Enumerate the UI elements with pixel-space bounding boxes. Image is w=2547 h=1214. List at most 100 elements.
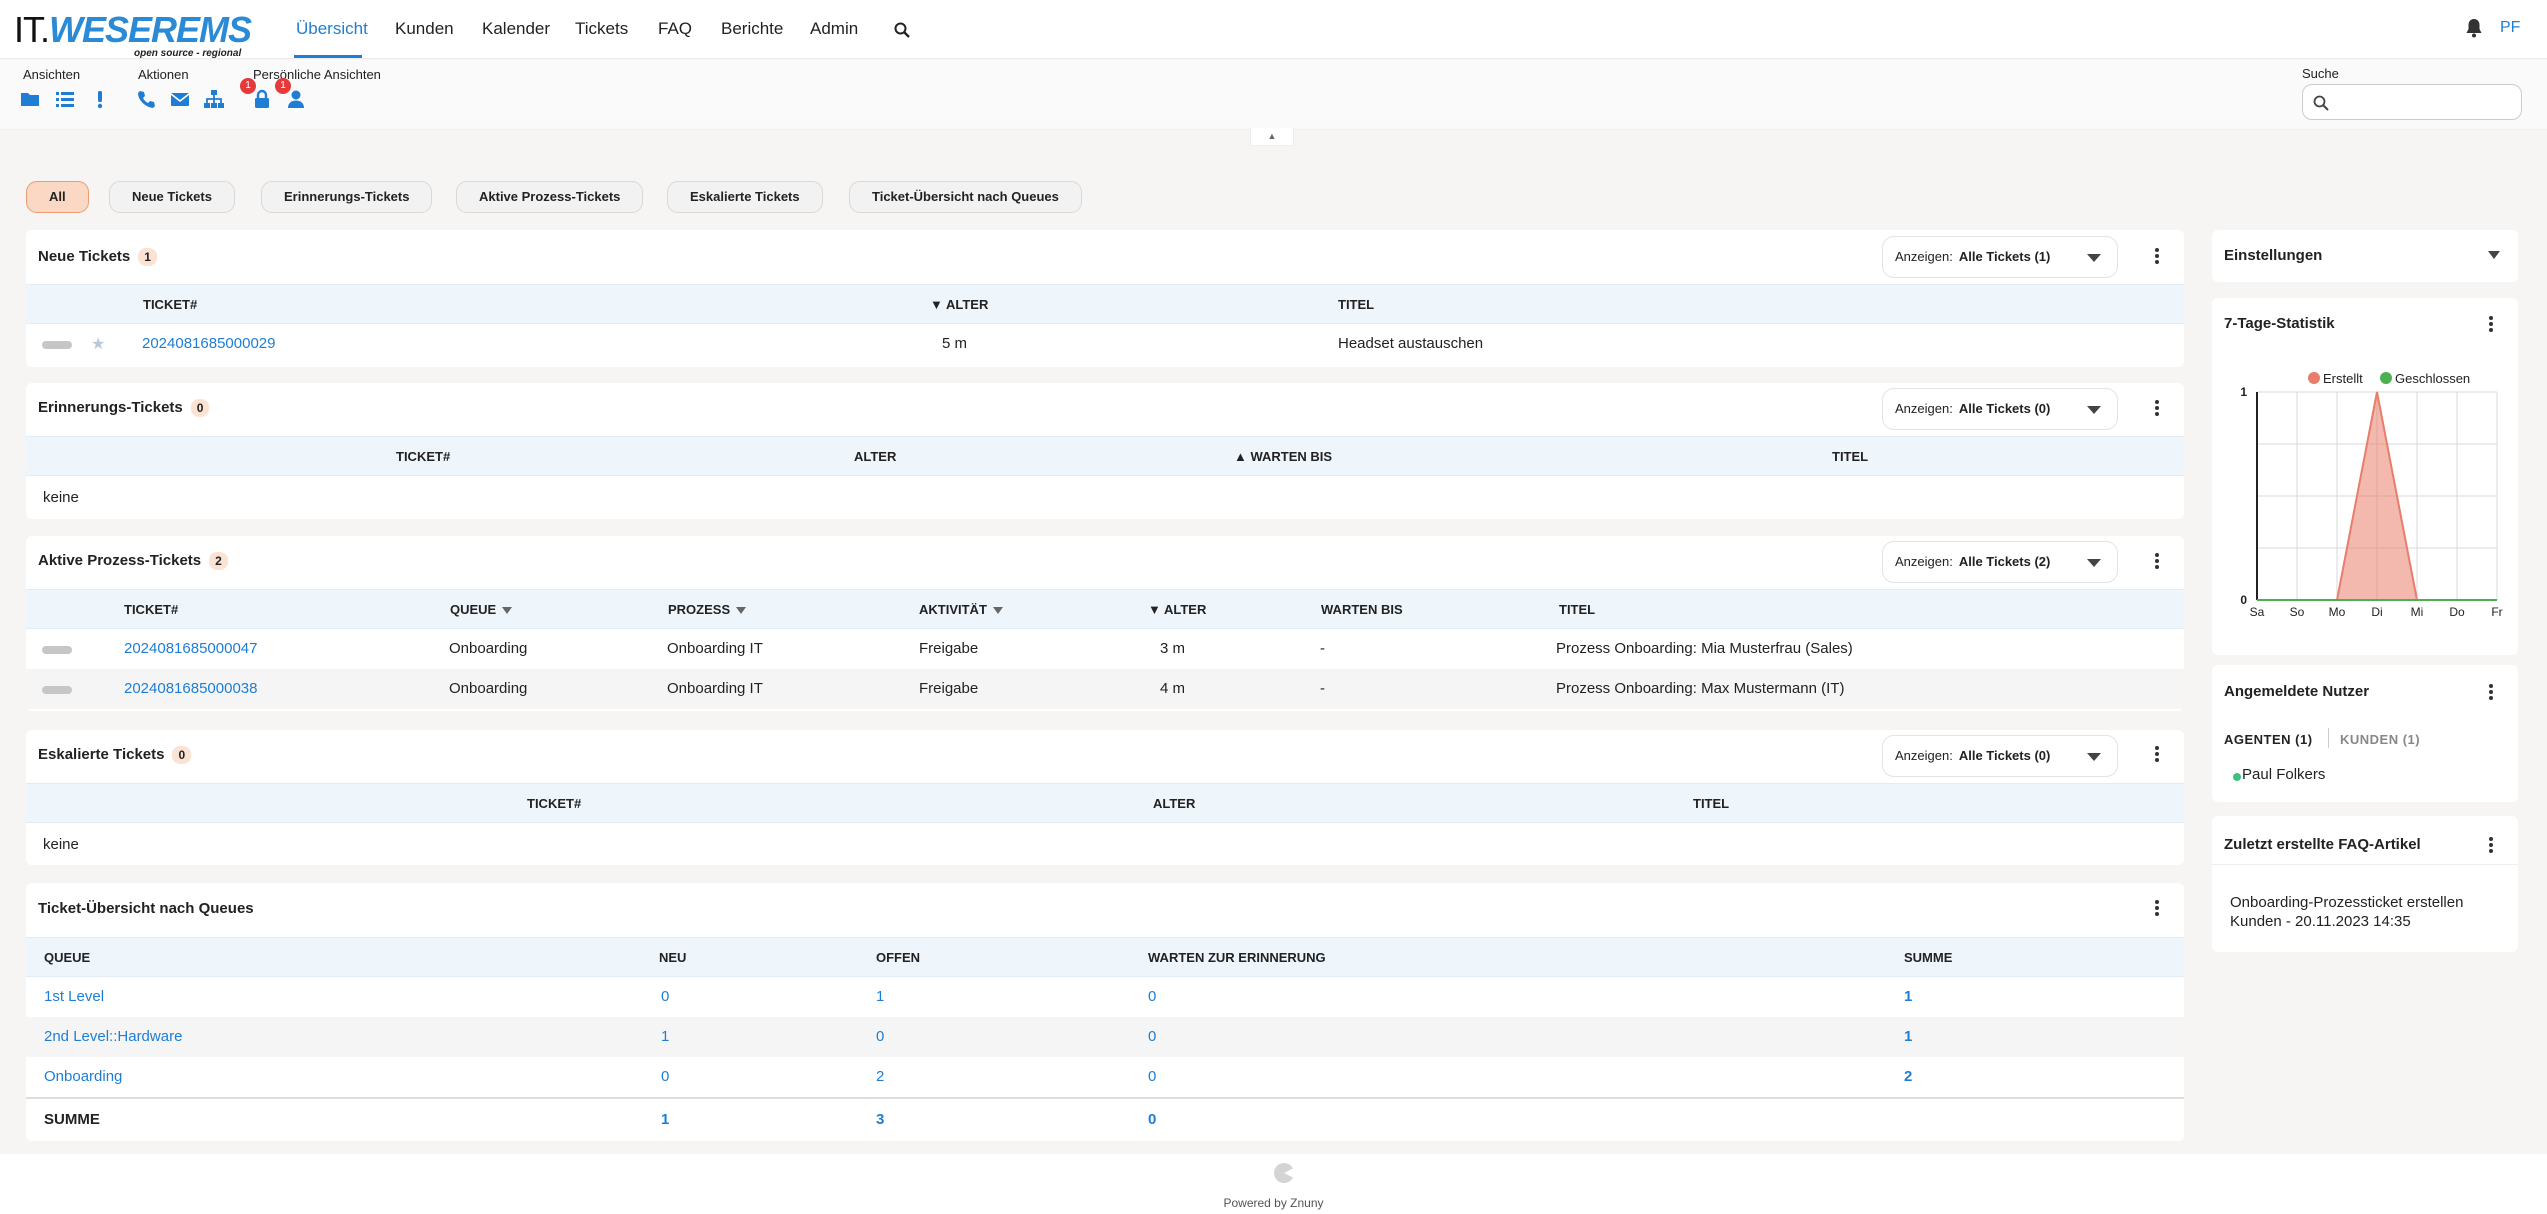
- widget-menu-icon[interactable]: [2152, 398, 2162, 418]
- filter-erinnerungs-tickets[interactable]: Erinnerungs-Tickets: [261, 181, 433, 213]
- col-alter[interactable]: ALTER: [1153, 796, 1195, 811]
- filter-aktive-prozess-tickets[interactable]: Aktive Prozess-Tickets: [456, 181, 644, 213]
- agent-name[interactable]: Paul Folkers: [2242, 766, 2325, 783]
- toolbar-collapse-toggle[interactable]: ▲: [1250, 128, 1294, 146]
- logo-tagline: open source - regional: [134, 48, 242, 59]
- filter-neue-tickets[interactable]: Neue Tickets: [109, 181, 235, 213]
- company-logo[interactable]: IT.WESEREMS open source - regional: [14, 9, 264, 60]
- show-value: Alle Tickets (1): [1958, 249, 2051, 264]
- queue-summe-link[interactable]: 2: [1904, 1068, 1912, 1085]
- tab-agents[interactable]: AGENTEN (1): [2224, 732, 2313, 747]
- exclamation-icon[interactable]: [89, 88, 111, 110]
- queue-link[interactable]: 2nd Level::Hardware: [44, 1028, 182, 1045]
- ticket-link[interactable]: 2024081685000038: [124, 680, 257, 697]
- show-filter-select[interactable]: Anzeigen: Alle Tickets (2): [1882, 541, 2118, 583]
- search-icon[interactable]: [894, 22, 910, 38]
- col-titel[interactable]: TITEL: [1832, 449, 1868, 464]
- bell-icon[interactable]: [2465, 18, 2483, 38]
- col-ticket[interactable]: TICKET#: [527, 796, 581, 811]
- nav-uebersicht[interactable]: Übersicht: [296, 19, 368, 39]
- widget-menu-icon[interactable]: [2152, 551, 2162, 571]
- filter-all[interactable]: All: [26, 181, 89, 213]
- folder-icon[interactable]: [19, 88, 41, 110]
- widget-menu-icon[interactable]: [2152, 246, 2162, 266]
- nav-kunden[interactable]: Kunden: [395, 19, 454, 39]
- nav-berichte[interactable]: Berichte: [721, 19, 783, 39]
- queue-neu-link[interactable]: 0: [661, 1068, 669, 1085]
- col-alter[interactable]: ALTER: [854, 449, 896, 464]
- show-filter-select[interactable]: Anzeigen: Alle Tickets (1): [1882, 236, 2118, 278]
- filter-eskalierte-tickets[interactable]: Eskalierte Tickets: [667, 181, 823, 213]
- table-row[interactable]: 2024081685000038 Onboarding Onboarding I…: [26, 669, 2184, 709]
- priority-indicator: [42, 341, 72, 349]
- widget-title-text: Aktive Prozess-Tickets: [38, 552, 202, 569]
- top-navigation: IT.WESEREMS open source - regional Übers…: [0, 0, 2547, 59]
- user-avatar[interactable]: PF: [2500, 19, 2520, 37]
- queue-link[interactable]: Onboarding: [44, 1068, 122, 1085]
- col-prozess[interactable]: PROZESS: [668, 602, 747, 617]
- phone-icon[interactable]: [135, 88, 157, 110]
- envelope-icon[interactable]: [169, 88, 191, 110]
- col-warten-bis[interactable]: WARTEN BIS: [1321, 602, 1403, 617]
- queue-offen-link[interactable]: 0: [876, 1028, 884, 1045]
- queue-neu-link[interactable]: 1: [661, 1028, 669, 1045]
- nav-faq[interactable]: FAQ: [658, 19, 692, 39]
- queue-neu-link[interactable]: 0: [661, 988, 669, 1005]
- nav-admin[interactable]: Admin: [810, 19, 858, 39]
- col-queue[interactable]: QUEUE: [450, 602, 513, 617]
- sum-neu-link[interactable]: 1: [661, 1111, 669, 1128]
- faq-item[interactable]: Onboarding-Prozessticket erstellen Kunden…: [2230, 893, 2463, 931]
- col-titel[interactable]: TITEL: [1559, 602, 1595, 617]
- ticket-activity: Freigabe: [919, 640, 979, 657]
- filter-icon[interactable]: [992, 607, 1003, 615]
- znuny-logo-icon[interactable]: [1273, 1162, 1295, 1184]
- chevron-down-icon[interactable]: [2488, 250, 2500, 260]
- col-warten-bis[interactable]: ▲ WARTEN BIS: [1234, 449, 1332, 464]
- widget-menu-icon[interactable]: [2486, 314, 2496, 334]
- queue-warten-link[interactable]: 0: [1148, 1068, 1156, 1085]
- col-ticket[interactable]: TICKET#: [143, 297, 197, 312]
- footer-powered-by[interactable]: Powered by Znuny: [0, 1196, 2547, 1210]
- col-alter[interactable]: ▼ ALTER: [1148, 602, 1206, 617]
- tab-customers[interactable]: KUNDEN (1): [2340, 732, 2420, 747]
- show-filter-select[interactable]: Anzeigen: Alle Tickets (0): [1882, 388, 2118, 430]
- widget-menu-icon[interactable]: [2486, 682, 2496, 702]
- logo-it: IT.: [14, 9, 50, 50]
- widget-menu-icon[interactable]: [2152, 744, 2162, 764]
- settings-panel[interactable]: Einstellungen: [2212, 230, 2518, 282]
- col-titel[interactable]: TITEL: [1693, 796, 1729, 811]
- queue-warten-link[interactable]: 0: [1148, 988, 1156, 1005]
- sum-warten-link[interactable]: 0: [1148, 1111, 1156, 1128]
- queue-summe-link[interactable]: 1: [1904, 1028, 1912, 1045]
- nav-kalender[interactable]: Kalender: [482, 19, 550, 39]
- search-input[interactable]: [2302, 84, 2522, 120]
- lock-icon[interactable]: [251, 88, 273, 110]
- queue-warten-link[interactable]: 0: [1148, 1028, 1156, 1045]
- col-ticket[interactable]: TICKET#: [396, 449, 450, 464]
- filter-icon[interactable]: [502, 607, 513, 615]
- queue-offen-link[interactable]: 1: [876, 988, 884, 1005]
- list-icon[interactable]: [54, 88, 76, 110]
- col-ticket[interactable]: TICKET#: [124, 602, 178, 617]
- filter-icon[interactable]: [736, 607, 747, 615]
- show-filter-select[interactable]: Anzeigen: Alle Tickets (0): [1882, 735, 2118, 777]
- sum-offen-link[interactable]: 3: [876, 1111, 884, 1128]
- ticket-link[interactable]: 2024081685000029: [142, 335, 275, 352]
- widget-menu-icon[interactable]: [2486, 835, 2496, 855]
- col-alter[interactable]: ▼ ALTER: [930, 297, 988, 312]
- queue-offen-link[interactable]: 2: [876, 1068, 884, 1085]
- queue-link[interactable]: 1st Level: [44, 988, 104, 1005]
- filter-queue-overview[interactable]: Ticket-Übersicht nach Queues: [849, 181, 1082, 213]
- table-row[interactable]: 2024081685000047 Onboarding Onboarding I…: [26, 629, 2184, 669]
- queue-summe-link[interactable]: 1: [1904, 988, 1912, 1005]
- star-icon[interactable]: ★: [91, 334, 105, 354]
- sitemap-icon[interactable]: [203, 88, 225, 110]
- widget-menu-icon[interactable]: [2152, 898, 2162, 918]
- col-aktivitaet[interactable]: AKTIVITÄT: [919, 602, 1003, 617]
- widget-title: Eskalierte Tickets 0: [38, 746, 192, 764]
- ticket-link[interactable]: 2024081685000047: [124, 640, 257, 657]
- nav-tickets[interactable]: Tickets: [575, 19, 628, 39]
- col-titel[interactable]: TITEL: [1338, 297, 1374, 312]
- users-title: Angemeldete Nutzer: [2224, 683, 2370, 700]
- table-row[interactable]: ★ 2024081685000029 5 m Headset austausch…: [26, 324, 2184, 364]
